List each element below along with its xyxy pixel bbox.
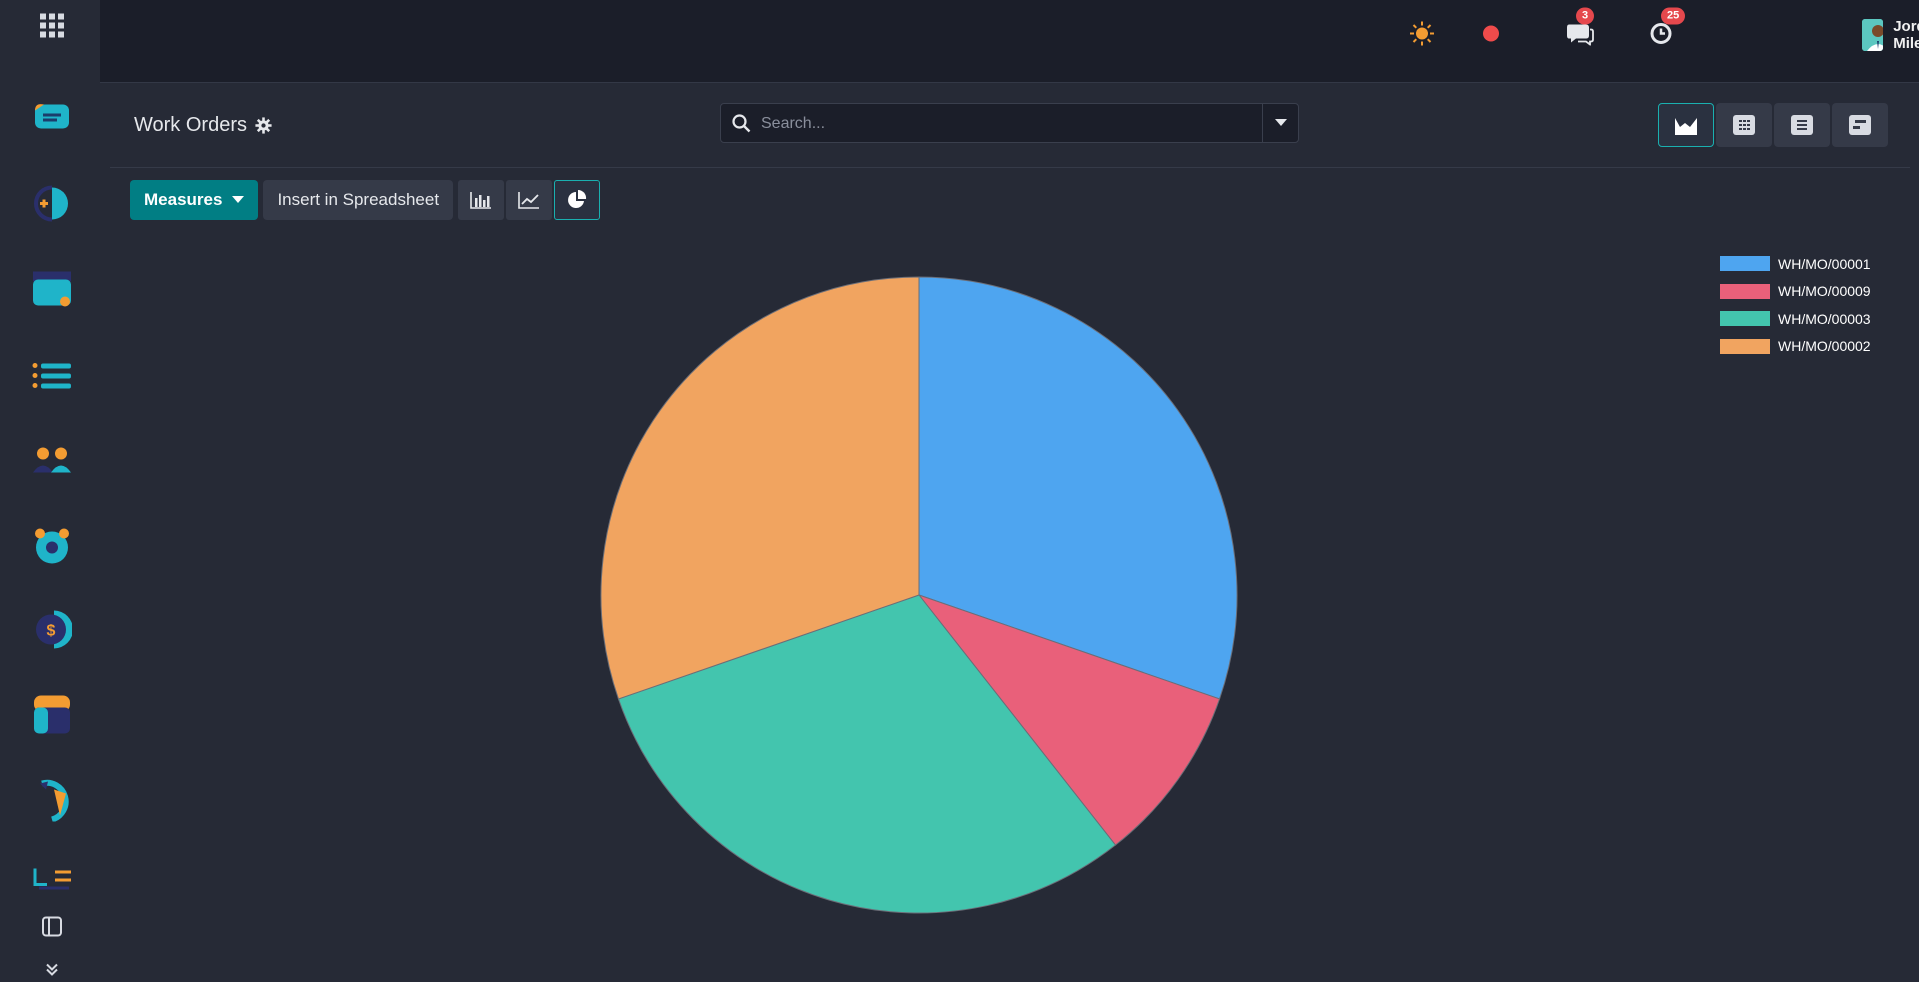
legend-item[interactable]: WH/MO/00009: [1720, 278, 1871, 306]
legend-label: WH/MO/00002: [1778, 338, 1871, 355]
legend-swatch: [1720, 338, 1770, 354]
legend-swatch: [1720, 311, 1770, 327]
chart-legend: WH/MO/00001 WH/MO/00009 WH/MO/00003 WH/MO/0…: [1720, 250, 1871, 360]
pie-chart: [600, 276, 1238, 914]
legend-label: WH/MO/00009: [1778, 283, 1871, 300]
legend-item[interactable]: WH/MO/00002: [1720, 333, 1871, 361]
legend-item[interactable]: WH/MO/00003: [1720, 305, 1871, 333]
legend-item[interactable]: WH/MO/00001: [1720, 250, 1871, 278]
legend-label: WH/MO/00003: [1778, 310, 1871, 327]
legend-label: WH/MO/00001: [1778, 255, 1871, 272]
legend-swatch: [1720, 283, 1770, 299]
legend-swatch: [1720, 256, 1770, 272]
